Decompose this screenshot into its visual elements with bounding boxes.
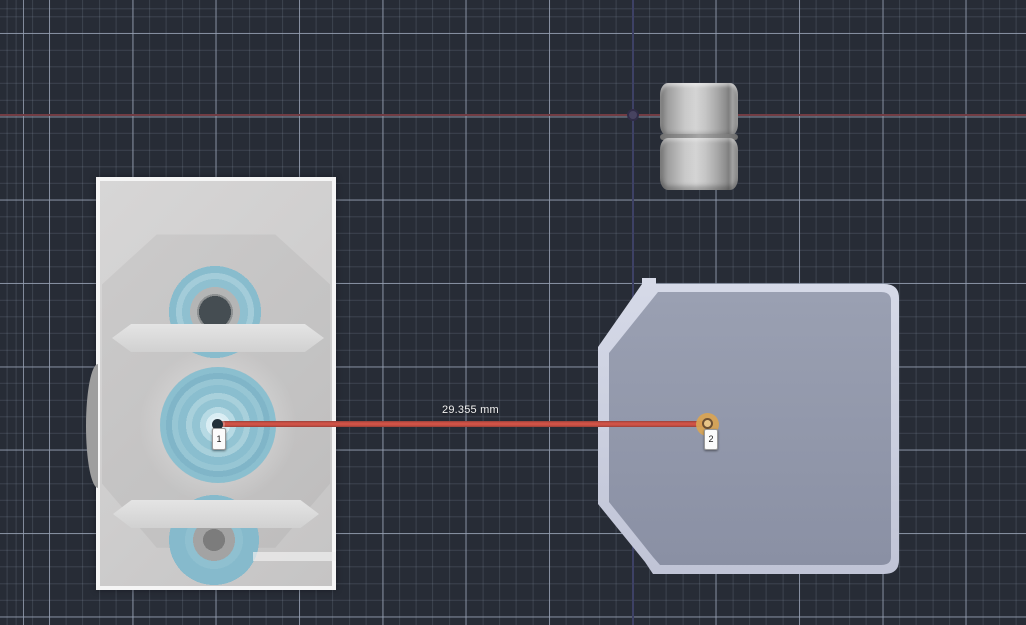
cylinder-lower-half: [660, 138, 738, 190]
measurement-value-label: 29.355 mm: [442, 404, 499, 416]
cylinder-upper-half: [660, 83, 738, 136]
x-axis-line: [0, 114, 1026, 116]
left-boss: [86, 364, 98, 488]
measure-point-2-marker[interactable]: [702, 418, 713, 429]
plate-face: [609, 292, 891, 565]
origin-point-icon[interactable]: [627, 109, 639, 121]
cad-viewport-canvas[interactable]: 29.355 mm 1 2: [0, 0, 1026, 625]
machined-block-part[interactable]: [86, 176, 338, 592]
measure-point-2-tag: 2: [704, 429, 718, 450]
upper-rail: [112, 324, 324, 352]
measure-point-1-tag: 1: [212, 428, 226, 450]
lower-rail: [113, 500, 319, 528]
bottom-step-edge: [253, 552, 336, 561]
measurement-line: [221, 421, 708, 427]
cylinder-part[interactable]: [657, 83, 741, 191]
